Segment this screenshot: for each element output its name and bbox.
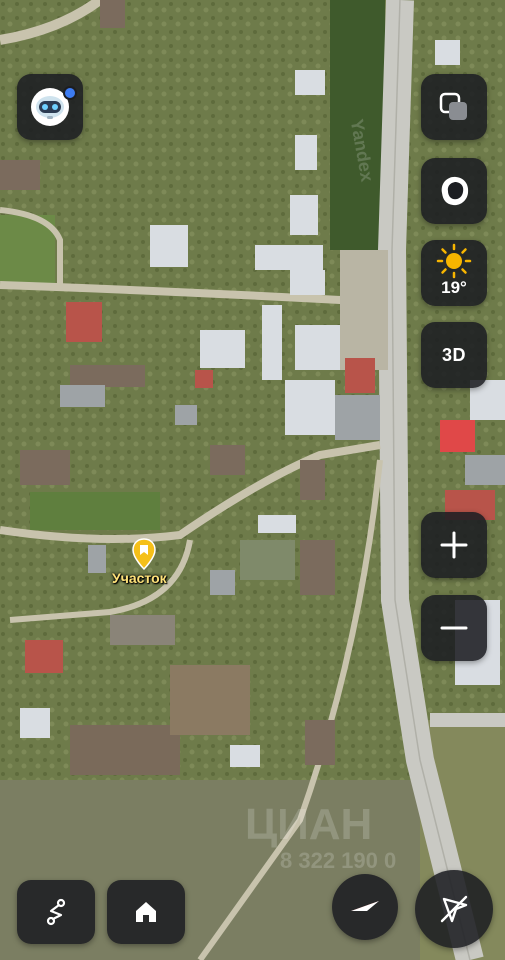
assistant-button[interactable] bbox=[17, 74, 83, 140]
navigation-off-icon bbox=[440, 895, 468, 923]
marker-pin-icon bbox=[132, 538, 156, 571]
layers-button[interactable] bbox=[421, 74, 487, 140]
sun-icon bbox=[436, 243, 472, 279]
zoom-in-button[interactable] bbox=[421, 512, 487, 578]
route-icon bbox=[46, 898, 66, 926]
compass-icon bbox=[351, 901, 379, 911]
route-button[interactable] bbox=[17, 880, 95, 944]
compass-button[interactable] bbox=[332, 874, 398, 940]
zoom-out-button[interactable] bbox=[421, 595, 487, 661]
weather-widget[interactable]: 19° bbox=[421, 240, 487, 306]
location-off-button[interactable] bbox=[415, 870, 493, 948]
layers-icon bbox=[439, 92, 467, 120]
home-icon bbox=[136, 902, 156, 922]
marker-label: Участок bbox=[112, 570, 167, 586]
view-3d-button[interactable]: 3D bbox=[421, 322, 487, 388]
temperature-label: 19° bbox=[441, 278, 467, 297]
listing-watermark: ЦИАН bbox=[245, 800, 373, 849]
phone-watermark: 8 322 190 0 bbox=[280, 848, 397, 873]
shape-button[interactable] bbox=[421, 158, 487, 224]
plus-icon bbox=[440, 531, 468, 559]
blob-icon bbox=[441, 176, 469, 206]
view-3d-label: 3D bbox=[441, 344, 466, 365]
minus-icon bbox=[440, 626, 468, 630]
notification-badge bbox=[63, 86, 77, 100]
home-button[interactable] bbox=[107, 880, 185, 944]
